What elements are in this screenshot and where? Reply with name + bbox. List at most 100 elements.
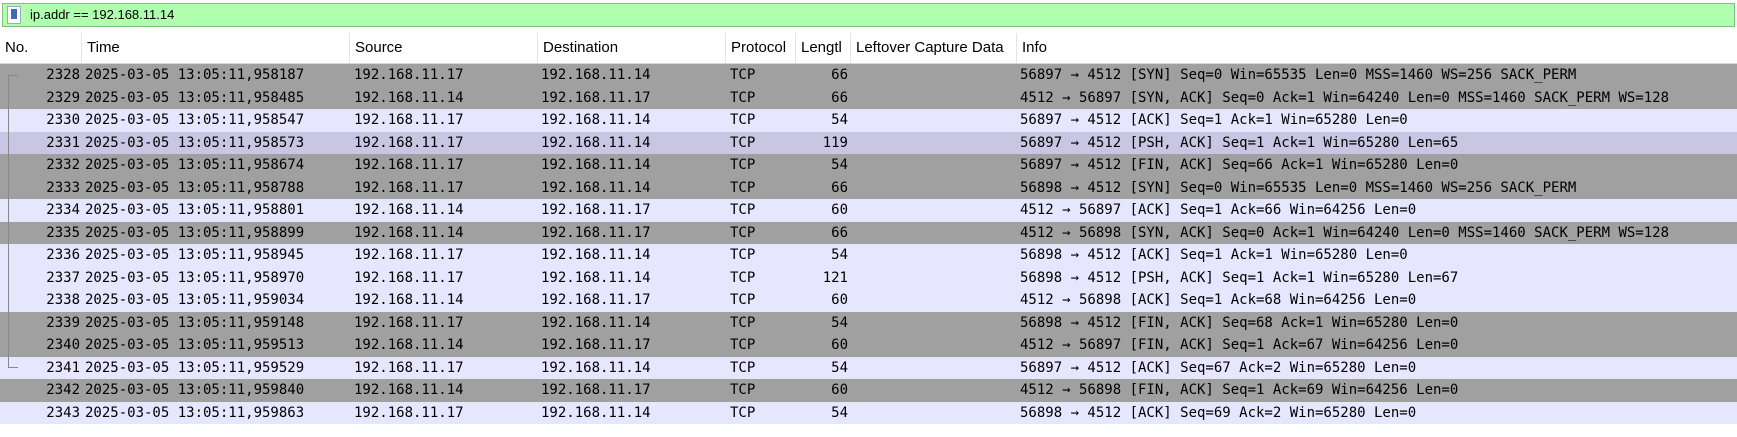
- packet-source: 192.168.11.17: [354, 404, 464, 421]
- packet-source: 192.168.11.14: [354, 292, 464, 308]
- packet-row[interactable]: 2335 2025-03-05 13:05:11,958899 192.168.11…: [0, 221, 1737, 244]
- packet-no: 2343: [46, 404, 80, 421]
- column-header-destination[interactable]: Destination: [538, 33, 726, 63]
- packet-protocol: TCP: [730, 179, 756, 196]
- packet-time: 2025-03-05 13:05:11,959148: [85, 314, 305, 331]
- column-header-time[interactable]: Time: [82, 33, 350, 63]
- column-header-length[interactable]: Lengtl: [796, 33, 851, 63]
- packet-info: 56897 → 4512 [ACK] Seq=1 Ack=1 Win=65280…: [1020, 112, 1408, 128]
- packet-info: 4512 → 56897 [ACK] Seq=1 Ack=66 Win=6425…: [1020, 202, 1417, 218]
- packet-destination: 192.168.11.17: [541, 382, 651, 398]
- packet-protocol: TCP: [730, 359, 756, 376]
- packet-source: 192.168.11.17: [354, 359, 464, 376]
- packet-destination: 192.168.11.14: [541, 179, 651, 196]
- packet-time: 2025-03-05 13:05:11,958945: [85, 247, 305, 263]
- packet-info: 56898 → 4512 [PSH, ACK] Seq=1 Ack=1 Win=…: [1020, 269, 1459, 286]
- packet-time: 2025-03-05 13:05:11,958674: [85, 157, 305, 173]
- packet-list: 2328 2025-03-05 13:05:11,958187 192.168.11…: [0, 64, 1737, 424]
- packet-destination: 192.168.11.17: [541, 337, 651, 353]
- packet-source: 192.168.11.14: [354, 224, 464, 241]
- packet-source: 192.168.11.14: [354, 337, 464, 353]
- packet-length: 54: [831, 314, 848, 331]
- packet-row[interactable]: 2339 2025-03-05 13:05:11,959148 192.168.11…: [0, 311, 1737, 334]
- packet-destination: 192.168.11.17: [541, 202, 651, 218]
- packet-row[interactable]: 2340 2025-03-05 13:05:11,959513 192.168.11…: [0, 334, 1737, 357]
- packet-time: 2025-03-05 13:05:11,959840: [85, 382, 305, 398]
- packet-info: 56898 → 4512 [FIN, ACK] Seq=68 Ack=1 Win…: [1020, 314, 1459, 331]
- packet-source: 192.168.11.17: [354, 314, 464, 331]
- packet-time: 2025-03-05 13:05:11,958970: [85, 269, 305, 286]
- packet-destination: 192.168.11.17: [541, 224, 651, 241]
- packet-time: 2025-03-05 13:05:11,958788: [85, 179, 305, 196]
- packet-source: 192.168.11.14: [354, 202, 464, 218]
- packet-no: 2342: [46, 382, 80, 398]
- packet-row[interactable]: 2332 2025-03-05 13:05:11,958674 192.168.11…: [0, 154, 1737, 177]
- packet-info: 56898 → 4512 [ACK] Seq=1 Ack=1 Win=65280…: [1020, 247, 1408, 263]
- packet-row[interactable]: 2334 2025-03-05 13:05:11,958801 192.168.11…: [0, 199, 1737, 222]
- packet-source: 192.168.11.14: [354, 89, 464, 106]
- column-header-no[interactable]: No.: [0, 33, 82, 63]
- packet-source: 192.168.11.17: [354, 247, 464, 263]
- packet-protocol: TCP: [730, 314, 756, 331]
- packet-source: 192.168.11.17: [354, 67, 464, 83]
- packet-protocol: TCP: [730, 157, 756, 173]
- packet-info: 4512 → 56898 [ACK] Seq=1 Ack=68 Win=6425…: [1020, 292, 1417, 308]
- packet-time: 2025-03-05 13:05:11,958573: [85, 134, 305, 151]
- packet-time: 2025-03-05 13:05:11,959513: [85, 337, 305, 353]
- packet-destination: 192.168.11.17: [541, 292, 651, 308]
- packet-length: 66: [831, 224, 848, 241]
- packet-destination: 192.168.11.14: [541, 67, 651, 83]
- packet-info: 56897 → 4512 [SYN] Seq=0 Win=65535 Len=0…: [1020, 67, 1577, 83]
- packet-time: 2025-03-05 13:05:11,958899: [85, 224, 305, 241]
- packet-length: 121: [822, 269, 848, 286]
- column-header-protocol[interactable]: Protocol: [726, 33, 796, 63]
- packet-row[interactable]: 2331 2025-03-05 13:05:11,958573 192.168.11…: [0, 131, 1737, 154]
- conversation-tree-start: [8, 75, 18, 76]
- packet-length: 54: [831, 157, 848, 173]
- packet-destination: 192.168.11.14: [541, 247, 651, 263]
- column-header-info[interactable]: Info: [1017, 33, 1737, 63]
- conversation-tree-end: [8, 367, 18, 368]
- packet-protocol: TCP: [730, 89, 756, 106]
- packet-row[interactable]: 2328 2025-03-05 13:05:11,958187 192.168.11…: [0, 64, 1737, 87]
- display-filter-input[interactable]: ip.addr == 192.168.11.14: [2, 3, 1735, 27]
- packet-destination: 192.168.11.14: [541, 112, 651, 128]
- packet-length: 54: [831, 112, 848, 128]
- packet-protocol: TCP: [730, 224, 756, 241]
- packet-source: 192.168.11.17: [354, 157, 464, 173]
- packet-destination: 192.168.11.14: [541, 314, 651, 331]
- column-header-source[interactable]: Source: [350, 33, 538, 63]
- packet-info: 4512 → 56898 [SYN, ACK] Seq=0 Ack=1 Win=…: [1020, 224, 1670, 241]
- packet-destination: 192.168.11.14: [541, 157, 651, 173]
- packet-row[interactable]: 2337 2025-03-05 13:05:11,958970 192.168.11…: [0, 266, 1737, 289]
- packet-row[interactable]: 2338 2025-03-05 13:05:11,959034 192.168.11…: [0, 289, 1737, 312]
- packet-length: 60: [831, 292, 848, 308]
- packet-info: 56897 → 4512 [FIN, ACK] Seq=66 Ack=1 Win…: [1020, 157, 1459, 173]
- packet-length: 60: [831, 382, 848, 398]
- packet-time: 2025-03-05 13:05:11,959863: [85, 404, 305, 421]
- packet-row[interactable]: 2333 2025-03-05 13:05:11,958788 192.168.11…: [0, 176, 1737, 199]
- packet-time: 2025-03-05 13:05:11,958485: [85, 89, 305, 106]
- packet-length: 119: [822, 134, 848, 151]
- bookmark-icon[interactable]: [7, 6, 21, 24]
- packet-row[interactable]: 2342 2025-03-05 13:05:11,959840 192.168.11…: [0, 379, 1737, 402]
- packet-protocol: TCP: [730, 134, 756, 151]
- packet-protocol: TCP: [730, 202, 756, 218]
- column-header-leftover[interactable]: Leftover Capture Data: [851, 33, 1017, 63]
- packet-row[interactable]: 2336 2025-03-05 13:05:11,958945 192.168.11…: [0, 244, 1737, 267]
- packet-protocol: TCP: [730, 269, 756, 286]
- packet-row[interactable]: 2329 2025-03-05 13:05:11,958485 192.168.11…: [0, 86, 1737, 109]
- packet-length: 66: [831, 89, 848, 106]
- packet-row[interactable]: 2341 2025-03-05 13:05:11,959529 192.168.11…: [0, 356, 1737, 379]
- packet-destination: 192.168.11.17: [541, 89, 651, 106]
- packet-row[interactable]: 2343 2025-03-05 13:05:11,959863 192.168.11…: [0, 401, 1737, 424]
- packet-list-header: No. Time Source Destination Protocol Len…: [0, 33, 1737, 64]
- packet-destination: 192.168.11.14: [541, 359, 651, 376]
- packet-protocol: TCP: [730, 382, 756, 398]
- packet-protocol: TCP: [730, 247, 756, 263]
- packet-length: 66: [831, 179, 848, 196]
- packet-row[interactable]: 2330 2025-03-05 13:05:11,958547 192.168.11…: [0, 109, 1737, 132]
- packet-protocol: TCP: [730, 112, 756, 128]
- filter-text: ip.addr == 192.168.11.14: [30, 7, 175, 22]
- packet-length: 54: [831, 247, 848, 263]
